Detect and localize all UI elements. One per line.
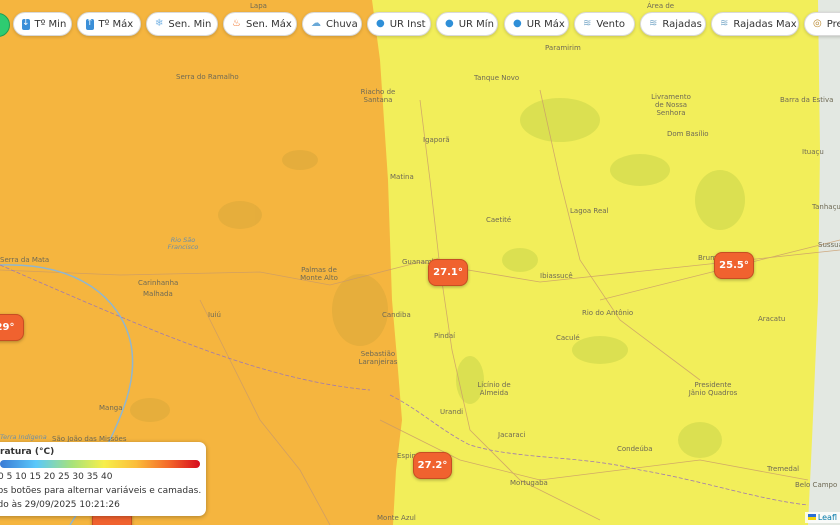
place-label: Sebastião Laranjeiras <box>358 350 398 367</box>
legend-ticks: 0 5 10 15 20 25 30 35 40 <box>0 472 113 482</box>
place-label: Jacaraci <box>498 431 526 439</box>
place-label: Livramento de Nossa Senhora <box>651 93 691 118</box>
gusts-button[interactable]: ≋ Rajadas <box>640 12 706 36</box>
place-label: Caetité <box>486 216 512 224</box>
map-attribution-link[interactable]: Leafl <box>804 512 840 523</box>
place-label: Presidente Jânio Quadros <box>688 381 738 398</box>
place-label: Riacho de Santana <box>360 88 396 105</box>
place-label: Sussuarana <box>818 241 840 249</box>
place-label: Matina <box>390 173 414 181</box>
place-label: Serra da Mata <box>0 256 50 264</box>
temperature-value: 29° <box>0 322 15 333</box>
place-label: Aracatu <box>758 315 786 323</box>
humidity-max-button[interactable]: ● UR Máx <box>504 12 569 36</box>
wind-button[interactable]: ≋ Vento <box>574 12 635 36</box>
wind-icon: ≋ <box>720 18 729 29</box>
temperature-legend: ratura (°C) 0 5 10 15 20 25 30 35 40 nos… <box>0 442 206 516</box>
droplet-icon: ● <box>513 18 522 29</box>
place-label: Ituaçu <box>802 148 824 156</box>
place-label: Monte Azul <box>377 514 416 522</box>
place-label: Paramirim <box>545 44 581 52</box>
place-label: Belo Campo <box>795 481 838 489</box>
legend-color-scale <box>0 460 200 468</box>
place-label: Rio do Antônio <box>582 309 634 317</box>
place-label: Pindaí <box>434 332 456 340</box>
wind-icon: ≋ <box>649 18 658 29</box>
droplet-icon: ● <box>445 18 454 29</box>
legend-hint: nos botões para alternar variáveis e cam… <box>0 486 202 496</box>
place-label: Candiba <box>382 311 411 319</box>
place-label: Carinhanha <box>138 279 179 287</box>
place-label: Lagoa Real <box>570 207 609 215</box>
temperature-value: 27.2° <box>417 460 448 471</box>
place-label: Igaporã <box>423 136 450 144</box>
pressure-button[interactable]: ◎ Pre <box>804 12 840 36</box>
gauge-icon: ◎ <box>813 18 822 29</box>
humidity-min-button[interactable]: ● UR Mín <box>436 12 498 36</box>
wind-icon: ≋ <box>583 18 592 29</box>
legend-title: ratura (°C) <box>0 447 55 457</box>
min-temperature-button[interactable]: ↓ Tº Min <box>13 12 72 36</box>
fire-icon: ♨ <box>232 18 241 29</box>
place-label: Ibiassucê <box>540 272 573 280</box>
up-arrow-icon: ↑ <box>86 17 94 30</box>
temperature-marker[interactable]: 29° <box>0 314 24 341</box>
place-label: Mortugaba <box>510 479 548 487</box>
humidity-instant-button[interactable]: ● UR Inst <box>367 12 431 36</box>
temperature-toggle-button[interactable] <box>0 13 10 37</box>
place-label: Barra da Estiva <box>780 96 834 104</box>
place-label: Dom Basílio <box>667 130 709 138</box>
place-label: Urandi <box>440 408 464 416</box>
legend-updated-time: ado às 29/09/2025 10:21:26 <box>0 500 120 510</box>
place-label: Licínio de Almeida <box>477 381 511 398</box>
min-feels-like-button[interactable]: ❄ Sen. Min <box>146 12 218 36</box>
place-label: Tanhaçu <box>812 203 840 211</box>
place-label: Tremedal <box>767 465 800 473</box>
temperature-value: 27.1° <box>433 267 463 278</box>
temperature-marker[interactable]: 27.1° <box>428 259 468 286</box>
place-label: Caculé <box>556 334 580 342</box>
place-label: Tanque Novo <box>474 74 520 82</box>
place-label: Palmas de Monte Alto <box>300 266 338 283</box>
temperature-value: 25.5° <box>719 260 749 271</box>
river-label: Terra Indígena <box>0 433 47 441</box>
variable-toolbar: ↓ Tº Min ↑ Tº Máx ❄ Sen. Min ♨ Sen. Máx … <box>0 9 840 39</box>
temperature-marker[interactable]: 25.5° <box>714 252 754 279</box>
flag-icon <box>807 514 816 520</box>
max-gusts-button[interactable]: ≋ Rajadas Max <box>711 12 799 36</box>
max-temperature-button[interactable]: ↑ Tº Máx <box>77 12 141 36</box>
place-label: Iuiú <box>208 311 221 319</box>
place-label: Manga <box>99 404 123 412</box>
snowflake-icon: ❄ <box>155 18 164 29</box>
down-arrow-icon: ↓ <box>22 17 30 30</box>
river-label: Rio São Francisco <box>167 236 199 252</box>
temperature-marker[interactable]: 27.2° <box>413 452 452 479</box>
place-label: Serra do Ramalho <box>176 73 239 81</box>
rain-button[interactable]: ☁ Chuva <box>302 12 362 36</box>
rain-cloud-icon: ☁ <box>311 18 321 29</box>
droplet-icon: ● <box>376 18 385 29</box>
max-feels-like-button[interactable]: ♨ Sen. Máx <box>223 12 297 36</box>
place-label: Malhada <box>143 290 173 298</box>
place-label: Condeúba <box>617 445 653 453</box>
